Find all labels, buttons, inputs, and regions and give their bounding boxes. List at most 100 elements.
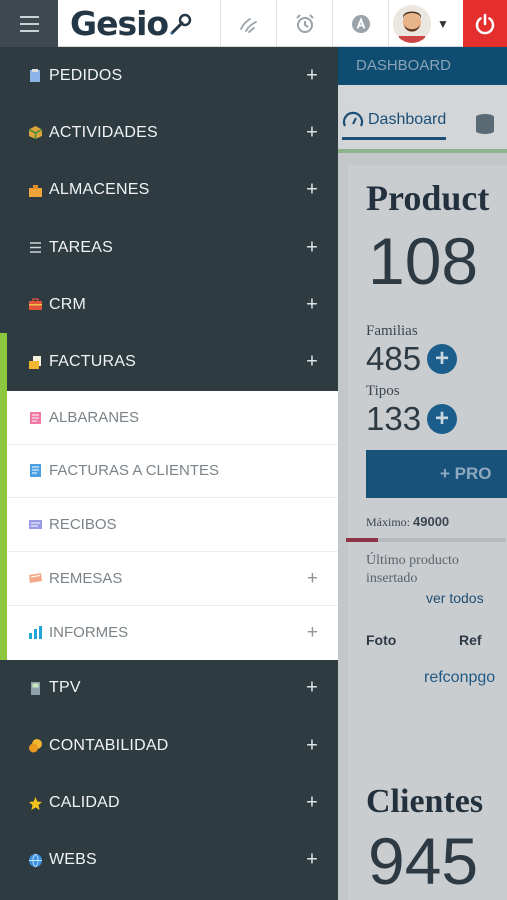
- menu-item-webs[interactable]: WEBS +: [0, 832, 338, 889]
- menu-item-label: TAREAS: [49, 238, 114, 256]
- submenu-item-label: ALBARANES: [49, 408, 140, 426]
- expand-icon[interactable]: +: [306, 236, 318, 259]
- product-ref-link[interactable]: refconpgo: [424, 669, 495, 687]
- column-header-foto: Foto: [366, 632, 397, 648]
- add-product-button[interactable]: + PRO: [366, 450, 507, 498]
- logo[interactable]: Gesio: [58, 0, 221, 47]
- side-menu: PEDIDOS + ACTIVIDADES + ALMACENES + TARE…: [0, 47, 338, 900]
- products-table-header: Foto Ref: [366, 632, 507, 648]
- products-card-title: Product: [366, 178, 490, 218]
- menu-item-label: CONTABILIDAD: [49, 736, 169, 754]
- submenu-item-label: FACTURAS A CLIENTES: [49, 462, 220, 480]
- power-icon: [475, 13, 495, 34]
- pos-terminal-icon: [31, 681, 40, 695]
- logo-text: Gesio: [70, 4, 169, 43]
- logout-button[interactable]: [463, 0, 507, 47]
- menu-item-almacenes[interactable]: ALMACENES +: [0, 162, 338, 219]
- speedometer-icon: [342, 111, 364, 127]
- dashboard-tabs: Dashboard: [338, 85, 507, 153]
- tab-dashboard[interactable]: Dashboard: [342, 110, 447, 140]
- menu-item-contabilidad[interactable]: CONTABILIDAD +: [0, 717, 338, 774]
- document-blue-icon: [30, 464, 41, 478]
- expand-icon[interactable]: +: [307, 568, 318, 590]
- remittance-icon: [29, 573, 42, 584]
- menu-item-calidad[interactable]: CALIDAD +: [0, 774, 338, 831]
- menu-item-facturas[interactable]: FACTURAS +: [0, 333, 338, 391]
- avatar-icon: [393, 4, 431, 43]
- top-bar: Gesio ▼: [0, 0, 507, 47]
- tab-dashboard-label: Dashboard: [368, 110, 447, 128]
- expand-icon[interactable]: +: [306, 792, 318, 815]
- facturas-submenu: ALBARANES FACTURAS A CLIENTES RECIBOS RE…: [0, 390, 338, 660]
- maximo-row: Máximo: 49000: [366, 514, 449, 530]
- hamburger-line: [19, 22, 39, 25]
- cube-icon: [28, 126, 43, 140]
- handshake-button[interactable]: [221, 0, 277, 47]
- dashboard-panel: DASHBOARD Dashboard Product 108 Familias…: [338, 47, 507, 900]
- products-progress-bar: [346, 538, 506, 542]
- submenu-item-label: REMESAS: [49, 570, 123, 588]
- document-pink-icon: [30, 411, 41, 424]
- menu-item-label: FACTURAS: [49, 353, 136, 371]
- expand-icon[interactable]: +: [306, 849, 318, 872]
- expand-icon[interactable]: +: [306, 64, 318, 87]
- avatar[interactable]: [393, 4, 431, 43]
- user-menu[interactable]: ▼: [389, 0, 459, 47]
- expand-icon[interactable]: +: [306, 121, 318, 144]
- clipboard-icon: [30, 69, 40, 83]
- products-count: 108: [368, 224, 479, 298]
- menu-item-tpv[interactable]: TPV +: [0, 660, 338, 717]
- add-familia-button[interactable]: +: [427, 344, 458, 374]
- menu-item-actividades[interactable]: ACTIVIDADES +: [0, 104, 338, 161]
- alarm-clock-icon: [295, 13, 314, 33]
- submenu-item-remesas[interactable]: REMESAS +: [7, 552, 338, 606]
- clients-card-title: Clientes: [366, 783, 484, 820]
- warehouse-icon: [29, 184, 42, 197]
- submenu-item-recibos[interactable]: RECIBOS: [7, 498, 338, 553]
- menu-item-crm[interactable]: CRM +: [0, 276, 338, 333]
- expand-icon[interactable]: +: [306, 677, 318, 700]
- submenu-item-label: INFORMES: [49, 624, 129, 642]
- menu-item-label: WEBS: [49, 851, 97, 869]
- globe-icon: [29, 853, 42, 868]
- menu-item-label: ALMACENES: [49, 181, 150, 199]
- column-header-ref: Ref: [459, 632, 482, 648]
- submenu-item-label: RECIBOS: [49, 516, 117, 534]
- expand-icon[interactable]: +: [306, 351, 318, 374]
- admin-button[interactable]: [333, 0, 389, 47]
- expand-icon[interactable]: +: [306, 734, 318, 757]
- add-tipo-button[interactable]: +: [427, 404, 458, 434]
- coins-icon: [29, 739, 42, 753]
- menu-item-pedidos[interactable]: PEDIDOS +: [0, 47, 338, 104]
- submenu-item-albaranes[interactable]: ALBARANES: [7, 391, 338, 445]
- familias-label: Familias: [366, 323, 418, 339]
- star-icon: [29, 796, 42, 810]
- a-badge-icon: [351, 14, 370, 33]
- familias-count: 485: [366, 340, 422, 377]
- expand-icon[interactable]: +: [306, 179, 318, 202]
- alarm-button[interactable]: [277, 0, 333, 47]
- ultimo-producto-label: Último producto insertado: [366, 553, 459, 586]
- tipos-label: Tipos: [366, 383, 400, 399]
- expand-icon[interactable]: +: [307, 622, 318, 644]
- handshake-icon: [239, 17, 257, 33]
- expand-icon[interactable]: +: [306, 293, 318, 316]
- hamburger-line: [19, 29, 39, 32]
- progress-fill: [346, 538, 378, 542]
- hamburger-line: [19, 15, 39, 18]
- chevron-down-icon[interactable]: ▼: [437, 17, 449, 31]
- menu-item-tareas[interactable]: TAREAS +: [0, 219, 338, 276]
- clients-count: 945: [368, 824, 479, 898]
- submenu-item-informes[interactable]: INFORMES +: [7, 606, 338, 660]
- bar-chart-icon: [29, 626, 42, 640]
- briefcase-icon: [29, 298, 42, 311]
- submenu-item-facturas-a-clientes[interactable]: FACTURAS A CLIENTES: [7, 445, 338, 499]
- menu-item-label: CRM: [49, 295, 87, 313]
- wrench-icon: [170, 13, 192, 34]
- hamburger-menu-button[interactable]: [0, 0, 58, 47]
- menu-item-label: ACTIVIDADES: [49, 123, 158, 141]
- invoice-icon: [29, 355, 41, 369]
- familias-row: 485 +: [366, 340, 458, 378]
- ver-todos-link[interactable]: ver todos: [426, 590, 484, 606]
- database-icon[interactable]: [474, 112, 496, 136]
